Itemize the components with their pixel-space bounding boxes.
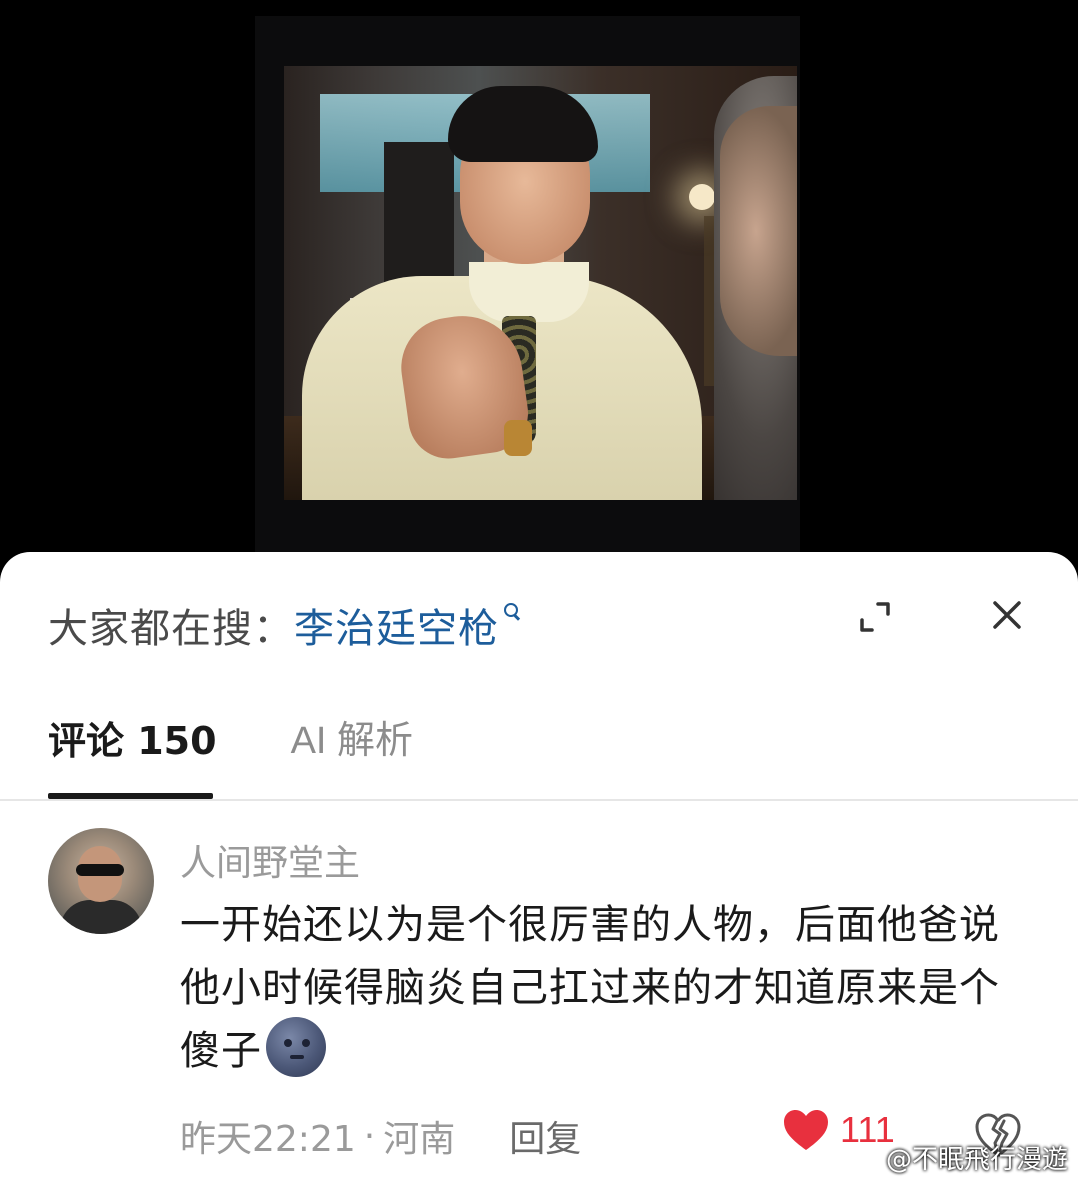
avatar-glasses	[76, 864, 124, 876]
new-moon-face-icon	[266, 1017, 326, 1077]
comment-meta: 昨天22:21 · 河南 回复	[180, 1110, 581, 1162]
tab-ai-analysis[interactable]: AI 解析	[291, 716, 413, 766]
weibo-icon	[846, 1146, 880, 1170]
comment-time: 昨天22:21	[180, 1119, 356, 1160]
tab-comments[interactable]: 评论 150	[48, 716, 217, 766]
heart-icon	[784, 1110, 828, 1150]
second-actor-head	[720, 106, 797, 356]
tabs-divider	[0, 799, 1078, 801]
trending-search[interactable]: 大家都在搜： 李治廷空枪	[48, 596, 521, 652]
avatar[interactable]	[48, 828, 154, 934]
expand-icon[interactable]	[858, 600, 892, 634]
avatar-body	[60, 900, 142, 934]
actor-watch	[504, 420, 532, 456]
trending-search-term[interactable]: 李治廷空枪	[294, 596, 499, 654]
close-icon[interactable]	[990, 598, 1024, 632]
comment-tabs: 评论 150 AI 解析	[48, 716, 413, 766]
comments-sheet: 大家都在搜： 李治廷空枪 评论 150 AI 解析 人间野堂主 一开始还以为是个…	[0, 552, 1078, 1188]
comment-location: 河南	[383, 1119, 456, 1160]
meta-separator: ·	[363, 1115, 376, 1157]
weibo-watermark: @不眠飛行漫遊	[846, 1139, 1068, 1176]
trending-search-prefix: 大家都在搜：	[48, 606, 294, 652]
search-icon	[503, 602, 521, 624]
scene-lamp	[689, 184, 715, 210]
actor-collar	[469, 262, 589, 322]
video-frame	[284, 66, 797, 500]
reply-button[interactable]: 回复	[509, 1110, 581, 1162]
comment-username[interactable]: 人间野堂主	[180, 834, 360, 886]
watermark-text: @不眠飛行漫遊	[885, 1145, 1068, 1175]
video-player[interactable]	[0, 0, 1078, 560]
comment-text-block: 一开始还以为是个很厉害的人物，后面他爸说他小时候得脑炎自己扛过来的才知道原来是个…	[180, 894, 1010, 1083]
